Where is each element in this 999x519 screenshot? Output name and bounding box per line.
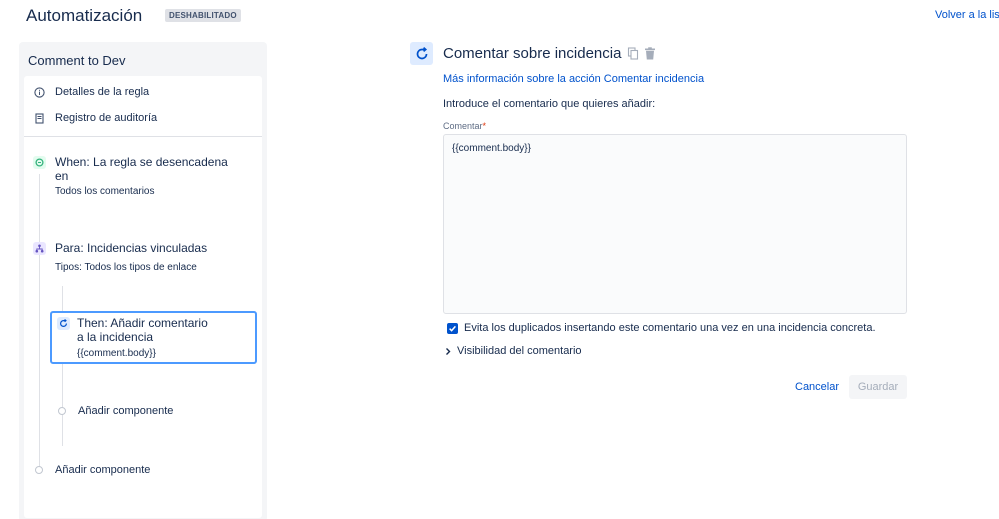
prevent-duplicates-label: Evita los duplicados insertando este com…	[464, 322, 876, 334]
learn-more-link[interactable]: Más información sobre la acción Comentar…	[443, 73, 704, 85]
trash-icon[interactable]	[644, 47, 656, 60]
branch-step-title[interactable]: Para: Incidencias vinculadas	[55, 241, 207, 255]
comment-visibility-label: Visibilidad del comentario	[457, 345, 582, 357]
action-title: Comentar sobre incidencia	[443, 45, 622, 62]
chevron-right-icon	[446, 347, 451, 355]
refresh-action-icon	[410, 42, 433, 65]
add-component-dot	[58, 407, 66, 415]
trigger-step[interactable]: When: La regla se desencadena en	[55, 155, 228, 183]
outer-connector-line	[39, 174, 40, 472]
back-to-list-link[interactable]: Volver a la lista	[935, 9, 999, 21]
action-step-title-line1: Then: Añadir comentario	[77, 316, 208, 330]
trigger-step-subtitle: Todos los comentarios	[55, 186, 155, 197]
required-mark: *	[482, 121, 487, 131]
add-component-dot	[35, 466, 43, 474]
branch-step-subtitle: Tipos: Todos los tipos de enlace	[55, 262, 197, 273]
trigger-step-title-line1: When: La regla se desencadena	[55, 155, 228, 169]
rule-details-label: Detalles de la regla	[55, 86, 150, 98]
comment-field-label: Comentar*	[443, 121, 486, 131]
action-step-card[interactable]: Then: Añadir comentario a la incidencia …	[50, 311, 257, 364]
intro-text: Introduce el comentario que quieres añad…	[443, 98, 656, 110]
action-step-title-line2: a la incidencia	[77, 330, 154, 344]
add-component-outer-label: Añadir componente	[55, 464, 151, 476]
rule-details-link[interactable]: Detalles de la regla	[34, 86, 149, 98]
action-step-subtitle: {{comment.body}}	[77, 348, 156, 359]
comment-visibility-toggle[interactable]: Visibilidad del comentario	[444, 345, 582, 357]
prevent-duplicates-checkbox[interactable]	[447, 323, 458, 334]
branch-icon	[33, 242, 46, 255]
comment-textarea[interactable]: {{comment.body}}	[443, 134, 907, 314]
status-badge: DESHABILITADO	[165, 9, 241, 22]
info-icon	[34, 86, 45, 98]
add-component-outer-button[interactable]: Añadir componente	[35, 464, 150, 476]
rule-sidebar: Comment to Dev Detalles de la regla Regi…	[19, 42, 267, 519]
action-step-title: Then: Añadir comentario a la incidencia	[77, 316, 208, 344]
page-title: Automatización	[26, 6, 143, 25]
rule-steps-panel: Detalles de la regla Registro de auditor…	[24, 76, 262, 518]
add-component-inner-label: Añadir componente	[78, 405, 174, 417]
checkmark-icon	[449, 325, 456, 332]
audit-log-label: Registro de auditoría	[55, 112, 158, 124]
cancel-button[interactable]: Cancelar	[788, 375, 846, 399]
comment-trigger-icon	[33, 156, 46, 169]
comment-field-label-text: Comentar	[443, 121, 483, 131]
rule-name: Comment to Dev	[28, 53, 126, 68]
inner-connector-line	[62, 286, 63, 446]
audit-log-link[interactable]: Registro de auditoría	[34, 112, 157, 124]
refresh-action-icon	[57, 317, 70, 330]
sidebar-divider	[24, 136, 262, 137]
copy-icon[interactable]	[627, 47, 639, 60]
trigger-step-title-line2: en	[55, 169, 69, 183]
add-component-inner-button[interactable]: Añadir componente	[58, 405, 173, 417]
save-button[interactable]: Guardar	[849, 375, 907, 399]
document-icon	[34, 112, 45, 124]
